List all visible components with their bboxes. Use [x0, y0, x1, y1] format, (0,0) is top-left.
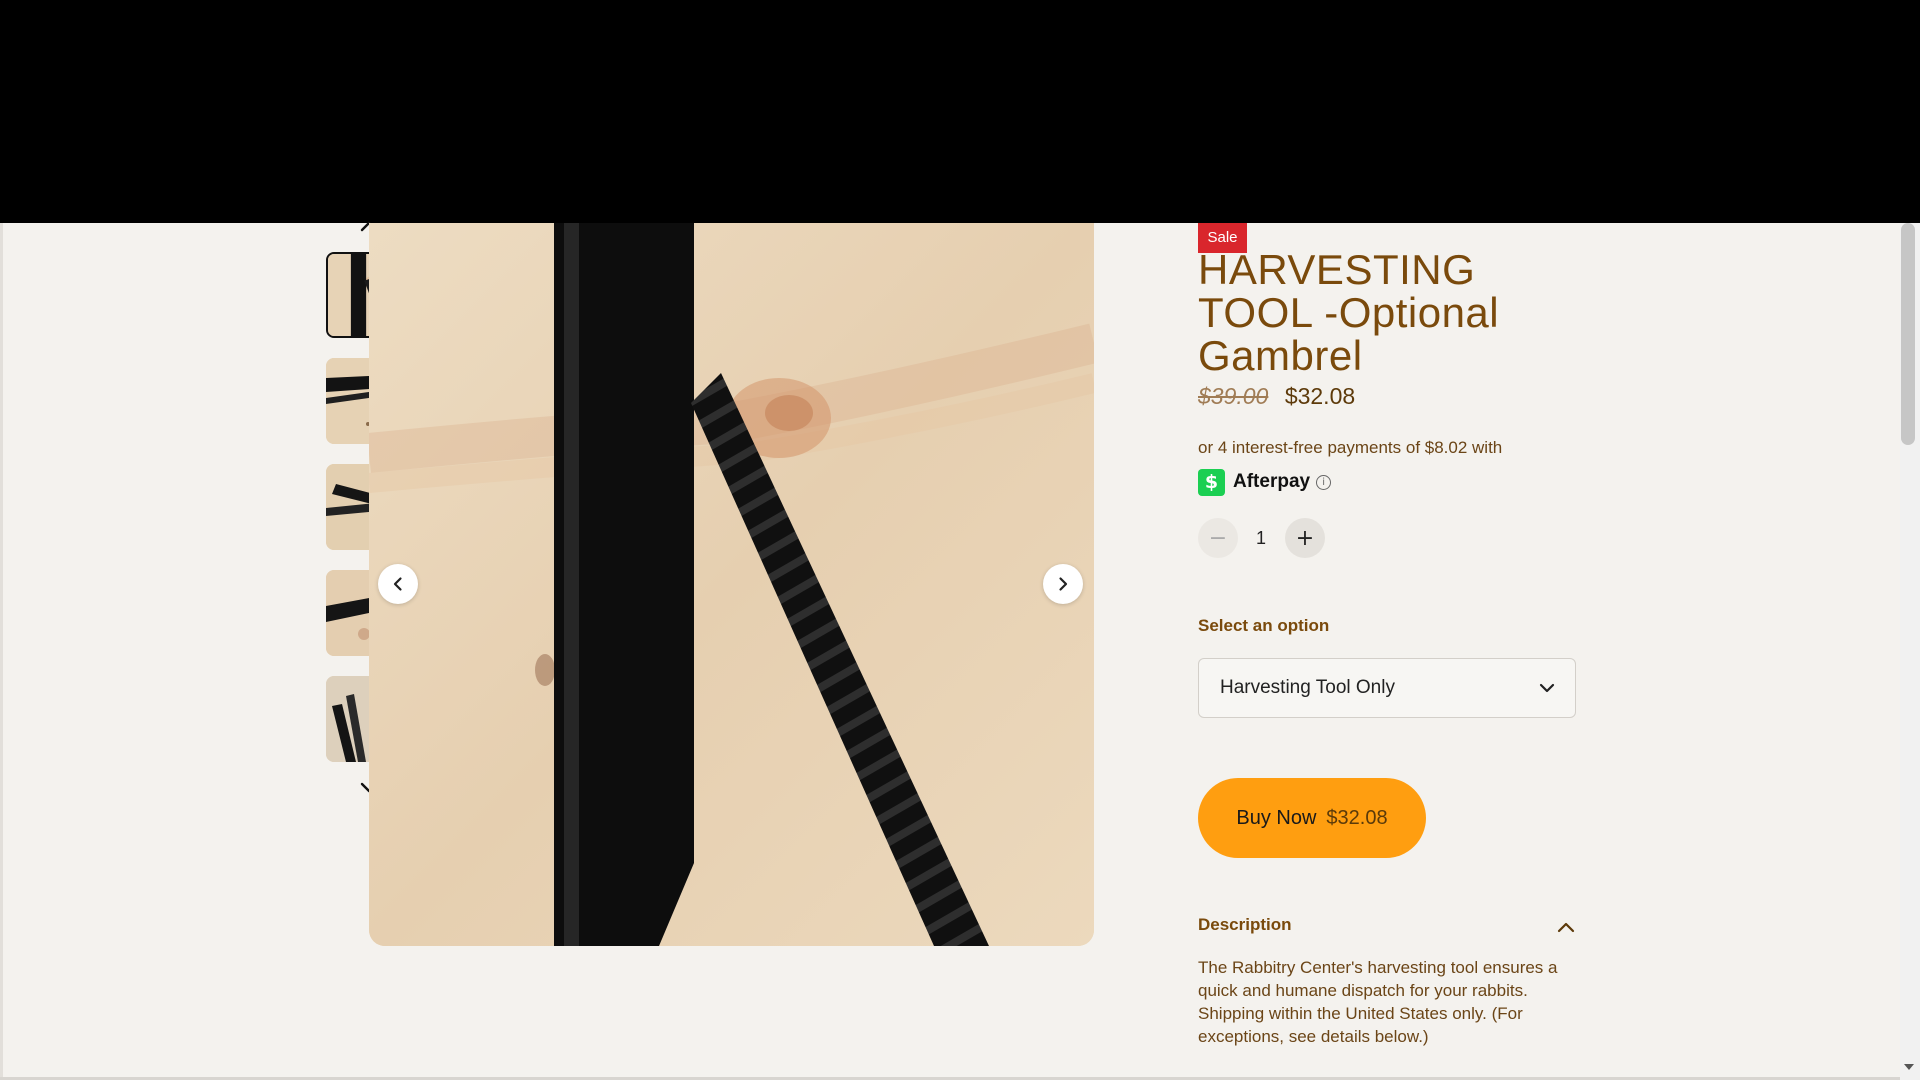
info-icon[interactable]: i	[1316, 474, 1332, 490]
top-black-area	[0, 0, 1920, 223]
option-label: Select an option	[1198, 616, 1330, 635]
previous-image-button[interactable]	[378, 564, 418, 604]
scroll-down-arrow-icon[interactable]	[1899, 1057, 1919, 1077]
option-selected-value: Harvesting Tool Only	[1220, 677, 1395, 698]
buy-now-button[interactable]: Buy Now $32.08	[1198, 778, 1426, 858]
afterpay-name: Afterpay	[1233, 471, 1311, 492]
chevron-right-icon	[1059, 577, 1068, 591]
page-edge	[0, 223, 3, 1080]
original-price: $39.00	[1198, 383, 1269, 409]
scrollbar-thumb[interactable]	[1901, 223, 1915, 445]
afterpay-logo-icon: $	[1198, 468, 1225, 496]
main-product-image	[369, 223, 1094, 946]
buy-now-price: $32.08	[1326, 806, 1388, 829]
chevron-up-icon[interactable]	[1555, 917, 1577, 937]
chevron-left-icon	[393, 577, 402, 591]
sale-price: $32.08	[1284, 383, 1356, 409]
option-select[interactable]: Harvesting Tool Only	[1198, 658, 1576, 718]
chevron-down-icon	[1539, 683, 1555, 693]
quantity-increase-button[interactable]: +	[1285, 518, 1325, 558]
quantity-value[interactable]: 1	[1248, 518, 1274, 558]
buy-now-label: Buy Now	[1236, 806, 1317, 829]
quantity-decrease-button[interactable]: −	[1198, 518, 1238, 558]
next-image-button[interactable]	[1043, 564, 1083, 604]
description-text: The Rabbitry Center's harvesting tool en…	[1198, 958, 1558, 1046]
afterpay-row: $ Afterpay i	[1198, 468, 1332, 496]
afterpay-installment-text: or 4 interest-free payments of $8.02 wit…	[1198, 438, 1503, 457]
product-title: HARVESTING TOOL -Optional Gambrel	[1198, 246, 1500, 379]
description-header[interactable]: Description	[1198, 915, 1292, 935]
price-row: $39.00 $32.08	[1198, 383, 1355, 410]
